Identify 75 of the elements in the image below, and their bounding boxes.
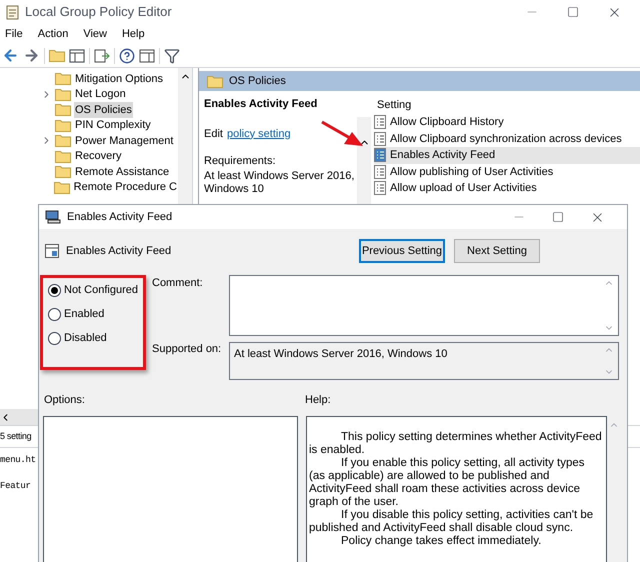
properties-icon[interactable]	[139, 48, 155, 62]
pane-icon[interactable]	[69, 48, 85, 62]
back-icon[interactable]	[2, 47, 19, 64]
folder-icon	[49, 49, 65, 62]
policy-icon	[374, 148, 386, 162]
tree-item[interactable]: Remote Assistance	[74, 164, 170, 180]
menu-item[interactable]: Action	[38, 26, 68, 42]
setting-row[interactable]: Enables Activity Feed	[374, 147, 640, 164]
policy-icon	[374, 164, 386, 179]
setting-row[interactable]: Allow publishing of User Activities	[374, 164, 640, 180]
tree-item[interactable]: Remote Procedure C	[72, 179, 178, 196]
app-icon	[6, 4, 19, 20]
folder-icon	[55, 118, 71, 132]
computer-icon	[45, 210, 61, 224]
radio-button[interactable]	[48, 284, 61, 296]
pane-title: OS Policies	[229, 74, 286, 89]
supported-label: Supported on:	[152, 342, 222, 357]
tree-item[interactable]: Power Management	[74, 132, 174, 149]
status-text: 5 setting	[0, 430, 32, 443]
folder-icon	[207, 74, 223, 88]
requirements-label: Requirements:	[204, 154, 277, 169]
tree-item[interactable]: Net Logon	[74, 86, 127, 102]
edit-label: Edit	[204, 126, 223, 142]
folder-icon	[54, 180, 70, 194]
maximize-icon[interactable]	[552, 211, 564, 223]
setting-row[interactable]: Allow upload of User Activities	[374, 180, 640, 196]
menu-item[interactable]: Help	[122, 26, 145, 42]
comment-label: Comment:	[152, 276, 204, 291]
column-header[interactable]: Setting	[374, 97, 640, 114]
folder-icon	[55, 88, 71, 101]
maximize-icon[interactable]	[567, 6, 579, 18]
document-text: menu.ht	[0, 454, 36, 467]
tree-item[interactable]: PIN Complexity	[74, 117, 152, 134]
requirements-text: At least Windows Server 2016, Windows 10	[204, 170, 356, 196]
supported-text: At least Windows Server 2016, Windows 10	[233, 347, 448, 362]
folder-icon	[55, 103, 71, 116]
radio-option[interactable]: Not Configured	[48, 282, 143, 298]
folder-icon	[55, 165, 71, 178]
policy-title: Enables Activity Feed	[204, 97, 318, 112]
window-title: Local Group Policy Editor	[25, 3, 172, 22]
radio-button[interactable]	[48, 332, 61, 344]
arrow	[320, 120, 364, 148]
folder-icon	[55, 150, 71, 163]
help-icon[interactable]	[119, 48, 135, 64]
options-label: Options:	[43, 393, 86, 408]
setting-row[interactable]: Allow Clipboard synchronization across devices	[374, 130, 640, 147]
setting-row[interactable]: Allow Clipboard History	[374, 114, 640, 130]
help-label: Help:	[305, 393, 331, 408]
folder-icon	[55, 134, 71, 148]
radio-button[interactable]	[48, 308, 61, 320]
help-paragraph: Policy change takes effect immediately.	[340, 535, 542, 548]
help-paragraph: If you disable this policy setting, activities can't be published and ActivityFeed shall disable cloud sync.	[309, 509, 594, 535]
radio-option[interactable]: Enabled	[48, 306, 143, 322]
policy-icon	[374, 132, 386, 146]
nav-button[interactable]: Previous Setting	[359, 239, 445, 263]
policy-name: Enables Activity Feed	[66, 244, 172, 259]
radio-option[interactable]: Disabled	[48, 330, 143, 346]
forward-icon[interactable]	[23, 47, 40, 64]
filter-icon[interactable]	[164, 48, 180, 64]
dialog-title: Enables Activity Feed	[67, 210, 172, 225]
policy-settings-icon	[45, 244, 59, 258]
policy-link[interactable]: policy setting	[226, 126, 291, 142]
help-paragraph: This policy setting determines whether ActivityFeed is enabled.	[309, 431, 602, 457]
tree-item[interactable]: OS Policies	[74, 102, 133, 118]
menu-item[interactable]: File	[5, 26, 23, 42]
policy-icon	[374, 181, 386, 196]
export-icon[interactable]	[94, 48, 110, 62]
help-paragraph: If you enable this policy setting, all activity types (as applicable) are allowed to be published and ActivityFeed shall roam these activities across device graph of the user.	[309, 457, 586, 509]
folder-icon	[55, 72, 71, 86]
tree-item[interactable]: Mitigation Options	[74, 70, 164, 87]
document-text: Featur	[0, 480, 31, 493]
policy-icon	[374, 115, 386, 130]
menu-item[interactable]: View	[83, 26, 107, 42]
nav-button[interactable]: Next Setting	[454, 239, 540, 263]
tree-item[interactable]: Recovery	[74, 148, 122, 164]
